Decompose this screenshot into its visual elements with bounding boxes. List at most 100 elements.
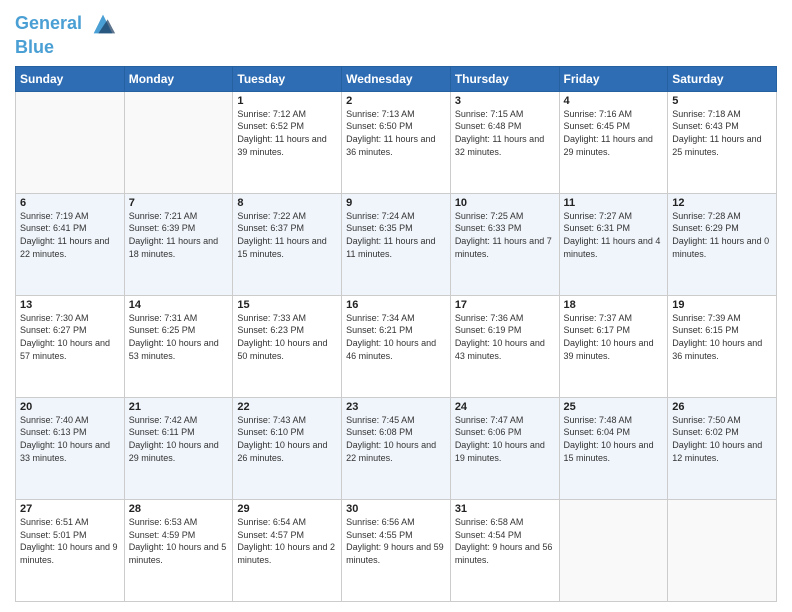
calendar-cell: 6Sunrise: 7:19 AM Sunset: 6:41 PM Daylig… bbox=[16, 193, 125, 295]
day-info: Sunrise: 7:19 AM Sunset: 6:41 PM Dayligh… bbox=[20, 210, 120, 260]
day-info: Sunrise: 7:33 AM Sunset: 6:23 PM Dayligh… bbox=[237, 312, 337, 362]
day-info: Sunrise: 7:37 AM Sunset: 6:17 PM Dayligh… bbox=[564, 312, 664, 362]
day-info: Sunrise: 7:48 AM Sunset: 6:04 PM Dayligh… bbox=[564, 414, 664, 464]
calendar-week-2: 6Sunrise: 7:19 AM Sunset: 6:41 PM Daylig… bbox=[16, 193, 777, 295]
header: General Blue bbox=[15, 10, 777, 58]
day-info: Sunrise: 7:30 AM Sunset: 6:27 PM Dayligh… bbox=[20, 312, 120, 362]
day-info: Sunrise: 7:25 AM Sunset: 6:33 PM Dayligh… bbox=[455, 210, 555, 260]
calendar-cell: 14Sunrise: 7:31 AM Sunset: 6:25 PM Dayli… bbox=[124, 295, 233, 397]
calendar-cell: 18Sunrise: 7:37 AM Sunset: 6:17 PM Dayli… bbox=[559, 295, 668, 397]
calendar-cell: 26Sunrise: 7:50 AM Sunset: 6:02 PM Dayli… bbox=[668, 397, 777, 499]
day-info: Sunrise: 7:13 AM Sunset: 6:50 PM Dayligh… bbox=[346, 108, 446, 158]
day-info: Sunrise: 7:39 AM Sunset: 6:15 PM Dayligh… bbox=[672, 312, 772, 362]
day-number: 3 bbox=[455, 95, 555, 107]
calendar-cell: 24Sunrise: 7:47 AM Sunset: 6:06 PM Dayli… bbox=[450, 397, 559, 499]
calendar-week-1: 1Sunrise: 7:12 AM Sunset: 6:52 PM Daylig… bbox=[16, 91, 777, 193]
day-number: 25 bbox=[564, 401, 664, 413]
day-info: Sunrise: 7:27 AM Sunset: 6:31 PM Dayligh… bbox=[564, 210, 664, 260]
day-info: Sunrise: 6:53 AM Sunset: 4:59 PM Dayligh… bbox=[129, 516, 229, 566]
calendar-cell bbox=[668, 499, 777, 601]
day-number: 13 bbox=[20, 299, 120, 311]
calendar-cell: 29Sunrise: 6:54 AM Sunset: 4:57 PM Dayli… bbox=[233, 499, 342, 601]
column-header-tuesday: Tuesday bbox=[233, 66, 342, 91]
day-number: 29 bbox=[237, 503, 337, 515]
calendar-cell: 5Sunrise: 7:18 AM Sunset: 6:43 PM Daylig… bbox=[668, 91, 777, 193]
calendar-cell: 9Sunrise: 7:24 AM Sunset: 6:35 PM Daylig… bbox=[342, 193, 451, 295]
calendar-cell: 15Sunrise: 7:33 AM Sunset: 6:23 PM Dayli… bbox=[233, 295, 342, 397]
calendar-cell: 28Sunrise: 6:53 AM Sunset: 4:59 PM Dayli… bbox=[124, 499, 233, 601]
calendar-cell: 4Sunrise: 7:16 AM Sunset: 6:45 PM Daylig… bbox=[559, 91, 668, 193]
column-header-thursday: Thursday bbox=[450, 66, 559, 91]
day-info: Sunrise: 7:31 AM Sunset: 6:25 PM Dayligh… bbox=[129, 312, 229, 362]
day-info: Sunrise: 7:34 AM Sunset: 6:21 PM Dayligh… bbox=[346, 312, 446, 362]
calendar-week-5: 27Sunrise: 6:51 AM Sunset: 5:01 PM Dayli… bbox=[16, 499, 777, 601]
logo: General Blue bbox=[15, 10, 117, 58]
calendar-week-4: 20Sunrise: 7:40 AM Sunset: 6:13 PM Dayli… bbox=[16, 397, 777, 499]
logo-general: General bbox=[15, 13, 82, 33]
calendar-cell bbox=[124, 91, 233, 193]
day-info: Sunrise: 7:42 AM Sunset: 6:11 PM Dayligh… bbox=[129, 414, 229, 464]
day-info: Sunrise: 7:47 AM Sunset: 6:06 PM Dayligh… bbox=[455, 414, 555, 464]
calendar-cell bbox=[16, 91, 125, 193]
day-number: 22 bbox=[237, 401, 337, 413]
day-number: 21 bbox=[129, 401, 229, 413]
calendar-cell: 25Sunrise: 7:48 AM Sunset: 6:04 PM Dayli… bbox=[559, 397, 668, 499]
calendar-cell: 27Sunrise: 6:51 AM Sunset: 5:01 PM Dayli… bbox=[16, 499, 125, 601]
calendar-cell: 22Sunrise: 7:43 AM Sunset: 6:10 PM Dayli… bbox=[233, 397, 342, 499]
day-info: Sunrise: 6:51 AM Sunset: 5:01 PM Dayligh… bbox=[20, 516, 120, 566]
day-number: 16 bbox=[346, 299, 446, 311]
logo-icon bbox=[89, 10, 117, 38]
calendar-cell: 7Sunrise: 7:21 AM Sunset: 6:39 PM Daylig… bbox=[124, 193, 233, 295]
day-number: 8 bbox=[237, 197, 337, 209]
calendar-cell: 12Sunrise: 7:28 AM Sunset: 6:29 PM Dayli… bbox=[668, 193, 777, 295]
day-number: 15 bbox=[237, 299, 337, 311]
calendar-cell: 13Sunrise: 7:30 AM Sunset: 6:27 PM Dayli… bbox=[16, 295, 125, 397]
calendar-cell: 23Sunrise: 7:45 AM Sunset: 6:08 PM Dayli… bbox=[342, 397, 451, 499]
day-number: 5 bbox=[672, 95, 772, 107]
day-info: Sunrise: 6:58 AM Sunset: 4:54 PM Dayligh… bbox=[455, 516, 555, 566]
day-number: 6 bbox=[20, 197, 120, 209]
calendar-week-3: 13Sunrise: 7:30 AM Sunset: 6:27 PM Dayli… bbox=[16, 295, 777, 397]
day-info: Sunrise: 7:18 AM Sunset: 6:43 PM Dayligh… bbox=[672, 108, 772, 158]
column-header-sunday: Sunday bbox=[16, 66, 125, 91]
day-number: 18 bbox=[564, 299, 664, 311]
day-number: 12 bbox=[672, 197, 772, 209]
day-number: 26 bbox=[672, 401, 772, 413]
day-info: Sunrise: 7:36 AM Sunset: 6:19 PM Dayligh… bbox=[455, 312, 555, 362]
calendar-cell: 8Sunrise: 7:22 AM Sunset: 6:37 PM Daylig… bbox=[233, 193, 342, 295]
day-info: Sunrise: 7:28 AM Sunset: 6:29 PM Dayligh… bbox=[672, 210, 772, 260]
day-number: 17 bbox=[455, 299, 555, 311]
day-info: Sunrise: 6:56 AM Sunset: 4:55 PM Dayligh… bbox=[346, 516, 446, 566]
calendar-cell: 17Sunrise: 7:36 AM Sunset: 6:19 PM Dayli… bbox=[450, 295, 559, 397]
day-number: 19 bbox=[672, 299, 772, 311]
day-info: Sunrise: 7:21 AM Sunset: 6:39 PM Dayligh… bbox=[129, 210, 229, 260]
page: General Blue SundayMondayTuesdayWednesda… bbox=[0, 0, 792, 612]
calendar-header-row: SundayMondayTuesdayWednesdayThursdayFrid… bbox=[16, 66, 777, 91]
day-number: 27 bbox=[20, 503, 120, 515]
day-number: 23 bbox=[346, 401, 446, 413]
day-info: Sunrise: 7:40 AM Sunset: 6:13 PM Dayligh… bbox=[20, 414, 120, 464]
calendar-cell: 1Sunrise: 7:12 AM Sunset: 6:52 PM Daylig… bbox=[233, 91, 342, 193]
calendar-cell: 3Sunrise: 7:15 AM Sunset: 6:48 PM Daylig… bbox=[450, 91, 559, 193]
day-number: 20 bbox=[20, 401, 120, 413]
day-number: 4 bbox=[564, 95, 664, 107]
day-info: Sunrise: 7:43 AM Sunset: 6:10 PM Dayligh… bbox=[237, 414, 337, 464]
column-header-monday: Monday bbox=[124, 66, 233, 91]
day-info: Sunrise: 7:50 AM Sunset: 6:02 PM Dayligh… bbox=[672, 414, 772, 464]
column-header-wednesday: Wednesday bbox=[342, 66, 451, 91]
day-info: Sunrise: 7:16 AM Sunset: 6:45 PM Dayligh… bbox=[564, 108, 664, 158]
calendar-cell: 2Sunrise: 7:13 AM Sunset: 6:50 PM Daylig… bbox=[342, 91, 451, 193]
calendar-cell: 31Sunrise: 6:58 AM Sunset: 4:54 PM Dayli… bbox=[450, 499, 559, 601]
calendar-cell: 21Sunrise: 7:42 AM Sunset: 6:11 PM Dayli… bbox=[124, 397, 233, 499]
day-number: 1 bbox=[237, 95, 337, 107]
column-header-saturday: Saturday bbox=[668, 66, 777, 91]
day-info: Sunrise: 7:15 AM Sunset: 6:48 PM Dayligh… bbox=[455, 108, 555, 158]
calendar-cell: 30Sunrise: 6:56 AM Sunset: 4:55 PM Dayli… bbox=[342, 499, 451, 601]
calendar-cell bbox=[559, 499, 668, 601]
column-header-friday: Friday bbox=[559, 66, 668, 91]
calendar-cell: 11Sunrise: 7:27 AM Sunset: 6:31 PM Dayli… bbox=[559, 193, 668, 295]
calendar-table: SundayMondayTuesdayWednesdayThursdayFrid… bbox=[15, 66, 777, 602]
day-number: 10 bbox=[455, 197, 555, 209]
day-number: 28 bbox=[129, 503, 229, 515]
day-number: 2 bbox=[346, 95, 446, 107]
